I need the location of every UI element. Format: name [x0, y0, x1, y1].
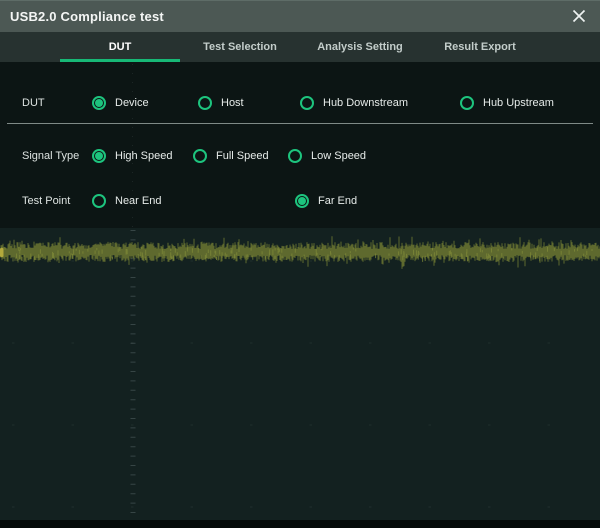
- test-point-row-label: Test Point: [22, 192, 70, 210]
- tab-bar: DUT Test Selection Analysis Setting Resu…: [0, 32, 600, 62]
- close-icon: [571, 8, 587, 24]
- radio-label: Near End: [115, 192, 161, 210]
- radio-label: Low Speed: [311, 147, 366, 165]
- tab-label: DUT: [109, 41, 132, 53]
- tab-result-export[interactable]: Result Export: [420, 32, 540, 62]
- tab-label: Result Export: [444, 41, 516, 53]
- radio-label: Hub Downstream: [323, 94, 408, 112]
- radio-label: Device: [115, 94, 149, 112]
- radio-near-end[interactable]: Near End: [92, 192, 161, 210]
- radio-full-speed[interactable]: Full Speed: [193, 147, 269, 165]
- radio-low-speed[interactable]: Low Speed: [288, 147, 366, 165]
- radio-selected-icon: [92, 149, 106, 163]
- scope-display: [0, 228, 600, 520]
- row-divider: [7, 123, 593, 124]
- waveform-trace: [0, 236, 600, 269]
- dut-row-label: DUT: [22, 94, 45, 112]
- radio-selected-icon: [92, 96, 106, 110]
- radio-hub-upstream[interactable]: Hub Upstream: [460, 94, 554, 112]
- radio-label: Host: [221, 94, 244, 112]
- radio-far-end[interactable]: Far End: [295, 192, 357, 210]
- radio-label: Full Speed: [216, 147, 269, 165]
- radio-unselected-icon: [92, 194, 106, 208]
- radio-unselected-icon: [198, 96, 212, 110]
- dialog-title: USB2.0 Compliance test: [10, 9, 164, 24]
- tab-label: Analysis Setting: [317, 41, 403, 53]
- radio-host[interactable]: Host: [198, 94, 244, 112]
- radio-label: High Speed: [115, 147, 173, 165]
- usb-compliance-dialog: USB2.0 Compliance test DUT Test Selectio…: [0, 0, 600, 528]
- radio-device[interactable]: Device: [92, 94, 149, 112]
- close-button[interactable]: [566, 4, 592, 28]
- radio-unselected-icon: [300, 96, 314, 110]
- channel-marker-icon: [0, 248, 4, 257]
- radio-label: Hub Upstream: [483, 94, 554, 112]
- signal-type-row-label: Signal Type: [22, 147, 79, 165]
- tab-dut[interactable]: DUT: [60, 32, 180, 62]
- radio-unselected-icon: [460, 96, 474, 110]
- scope-graticule-and-waveform: [0, 228, 600, 520]
- bottom-strip: [0, 520, 600, 528]
- titlebar: USB2.0 Compliance test: [0, 0, 600, 32]
- tab-label: Test Selection: [203, 41, 277, 53]
- radio-unselected-icon: [288, 149, 302, 163]
- radio-selected-icon: [295, 194, 309, 208]
- radio-hub-downstream[interactable]: Hub Downstream: [300, 94, 408, 112]
- tab-test-selection[interactable]: Test Selection: [180, 32, 300, 62]
- radio-label: Far End: [318, 192, 357, 210]
- radio-unselected-icon: [193, 149, 207, 163]
- tab-analysis-setting[interactable]: Analysis Setting: [300, 32, 420, 62]
- radio-high-speed[interactable]: High Speed: [92, 147, 173, 165]
